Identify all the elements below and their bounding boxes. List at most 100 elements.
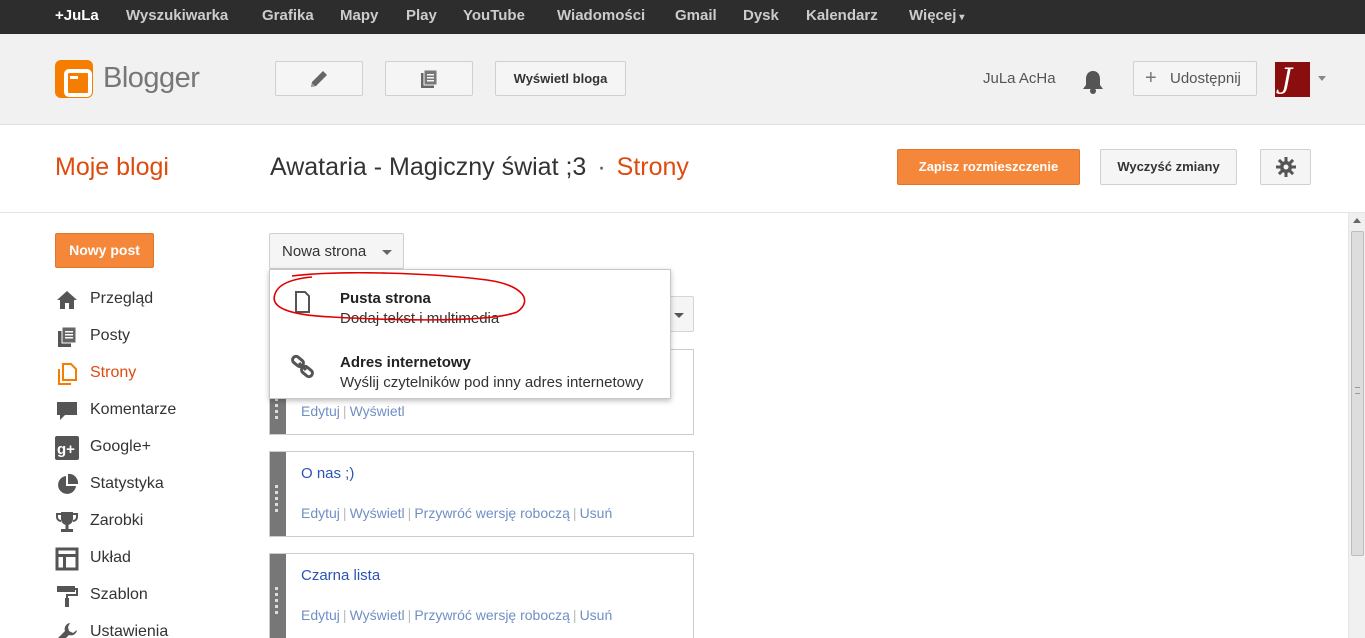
pencil-icon bbox=[311, 70, 327, 87]
notification-bell-icon[interactable] bbox=[1081, 69, 1105, 100]
google-bar: +JuLa Wyszukiwarka Grafika Mapy Play You… bbox=[0, 0, 1365, 34]
new-post-button[interactable]: Nowy post bbox=[55, 233, 154, 268]
edit-link[interactable]: Edytuj bbox=[301, 505, 340, 521]
drag-handle[interactable] bbox=[270, 452, 286, 536]
layout-icon bbox=[55, 547, 79, 571]
share-label: Udostępnij bbox=[1170, 70, 1241, 87]
sidebar-item-label: Ustawienia bbox=[90, 623, 169, 638]
home-icon bbox=[57, 291, 77, 309]
avatar-letter: J bbox=[1281, 62, 1293, 95]
sidebar-item-label: Zarobki bbox=[90, 512, 144, 529]
page-title-link[interactable]: O nas ;) bbox=[301, 465, 354, 482]
page-title-link[interactable]: Czarna lista bbox=[301, 567, 380, 584]
page-actions: Edytuj | Wyświetl bbox=[301, 403, 405, 419]
my-blogs-link[interactable]: Moje blogi bbox=[55, 153, 169, 182]
gbar-item-news[interactable]: Wiadomości bbox=[557, 7, 645, 24]
gbar-item-more[interactable]: Więcej ▾ bbox=[909, 7, 964, 24]
sidebar-item-label: Szablon bbox=[90, 586, 148, 603]
gear-icon bbox=[1275, 157, 1296, 177]
section-name: Strony bbox=[616, 153, 689, 181]
sidebar-item-google-plus[interactable]: g+ Google+ bbox=[55, 434, 235, 471]
page-card: Czarna lista Edytuj | Wyświetl | Przywróć we… bbox=[269, 553, 694, 638]
menu-item-blank-page[interactable]: Pusta strona Dodaj tekst i multimedia bbox=[270, 276, 670, 336]
view-link[interactable]: Wyświetl bbox=[350, 505, 405, 521]
sidebar-item-layout[interactable]: Układ bbox=[55, 545, 235, 582]
share-button[interactable]: + Udostępnij bbox=[1133, 61, 1257, 96]
link-icon bbox=[291, 354, 314, 379]
pages-icon bbox=[58, 363, 77, 385]
delete-link[interactable]: Usuń bbox=[580, 505, 613, 521]
page-card: O nas ;) Edytuj | Wyświetl | Przywróć wersję… bbox=[269, 451, 694, 537]
scroll-up-arrow-icon[interactable] bbox=[1353, 218, 1361, 223]
sidebar-item-stats[interactable]: Statystyka bbox=[55, 471, 235, 508]
clear-changes-button[interactable]: Wyczyść zmiany bbox=[1100, 149, 1237, 185]
sidebar-item-label: Google+ bbox=[90, 438, 151, 455]
sidebar-item-overview[interactable]: Przegląd bbox=[55, 286, 235, 323]
new-page-button[interactable]: Nowa strona bbox=[269, 233, 404, 269]
blog-name: Awataria - Magiczny świat ;3 bbox=[270, 153, 587, 181]
sidebar-item-pages[interactable]: Strony bbox=[55, 360, 235, 397]
settings-button[interactable] bbox=[1260, 149, 1311, 185]
user-name[interactable]: JuLa AcHa bbox=[983, 70, 1056, 87]
posts-icon bbox=[58, 326, 77, 347]
sidebar-item-label: Przegląd bbox=[90, 290, 154, 307]
revert-draft-link[interactable]: Przywróć wersję roboczą bbox=[414, 607, 570, 623]
view-link[interactable]: Wyświetl bbox=[350, 403, 405, 419]
grip-icon bbox=[1355, 387, 1360, 394]
new-post-pencil-button[interactable] bbox=[275, 61, 363, 96]
save-layout-button[interactable]: Zapisz rozmieszczenie bbox=[897, 149, 1080, 185]
svg-text:g+: g+ bbox=[57, 441, 75, 458]
edit-link[interactable]: Edytuj bbox=[301, 403, 340, 419]
blogger-logo-text[interactable]: Blogger bbox=[103, 62, 200, 95]
sidebar-item-label: Statystyka bbox=[90, 475, 164, 492]
drag-handle[interactable] bbox=[270, 554, 286, 638]
delete-link[interactable]: Usuń bbox=[580, 607, 613, 623]
menu-item-subtitle: Wyślij czytelników pod inny adres intern… bbox=[340, 374, 644, 391]
sidebar-item-settings[interactable]: Ustawienia bbox=[55, 619, 235, 638]
menu-item-title: Pusta strona bbox=[340, 290, 431, 307]
comment-icon bbox=[57, 402, 77, 420]
menu-item-title: Adres internetowy bbox=[340, 354, 471, 371]
view-link[interactable]: Wyświetl bbox=[350, 607, 405, 623]
gbar-item-maps[interactable]: Mapy bbox=[340, 7, 378, 24]
sidebar-nav: Przegląd Posty Strony Komentarze g+ Goog… bbox=[55, 286, 235, 638]
new-page-label: Nowa strona bbox=[282, 243, 367, 260]
chevron-down-icon: ▾ bbox=[959, 12, 965, 23]
posts-icon bbox=[421, 69, 438, 88]
view-blog-button[interactable]: Wyświetl bloga bbox=[495, 61, 626, 96]
menu-item-web-address[interactable]: Adres internetowy Wyślij czytelników pod… bbox=[270, 340, 670, 400]
account-chevron-down-icon[interactable] bbox=[1318, 76, 1326, 81]
avatar[interactable]: J bbox=[1275, 62, 1310, 97]
gbar-item-play[interactable]: Play bbox=[406, 7, 437, 24]
sidebar-item-posts[interactable]: Posty bbox=[55, 323, 235, 360]
sidebar-item-template[interactable]: Szablon bbox=[55, 582, 235, 619]
trophy-icon bbox=[56, 512, 78, 532]
blogger-logo-icon[interactable] bbox=[55, 60, 93, 98]
gbar-item-drive[interactable]: Dysk bbox=[743, 7, 779, 24]
new-page-menu: Pusta strona Dodaj tekst i multimedia Ad… bbox=[269, 269, 671, 399]
revert-draft-link[interactable]: Przywróć wersję roboczą bbox=[414, 505, 570, 521]
sidebar-item-earnings[interactable]: Zarobki bbox=[55, 508, 235, 545]
stats-pie-icon bbox=[58, 473, 79, 494]
google-plus-icon: g+ bbox=[55, 436, 79, 460]
gbar-item-youtube[interactable]: YouTube bbox=[463, 7, 525, 24]
sidebar-item-comments[interactable]: Komentarze bbox=[55, 397, 235, 434]
gbar-item-calendar[interactable]: Kalendarz bbox=[806, 7, 878, 24]
sidebar-item-label: Strony bbox=[90, 364, 137, 381]
gbar-item-profile[interactable]: +JuLa bbox=[55, 7, 99, 24]
gbar-item-images[interactable]: Grafika bbox=[262, 7, 314, 24]
gbar-more-label: Więcej bbox=[909, 7, 957, 24]
vertical-scrollbar[interactable] bbox=[1348, 213, 1365, 638]
gbar-item-search[interactable]: Wyszukiwarka bbox=[126, 7, 228, 24]
sidebar-item-label: Układ bbox=[90, 549, 131, 566]
plus-icon: + bbox=[1145, 67, 1157, 89]
sidebar-item-label: Posty bbox=[90, 327, 131, 344]
scrollbar-thumb[interactable] bbox=[1351, 231, 1364, 556]
page-actions: Edytuj | Wyświetl | Przywróć wersję roboczą |… bbox=[301, 607, 613, 623]
wrench-icon bbox=[58, 623, 77, 638]
title-separator: · bbox=[597, 153, 606, 181]
edit-link[interactable]: Edytuj bbox=[301, 607, 340, 623]
sidebar-item-label: Komentarze bbox=[90, 401, 177, 418]
posts-list-button[interactable] bbox=[385, 61, 473, 96]
gbar-item-gmail[interactable]: Gmail bbox=[675, 7, 717, 24]
